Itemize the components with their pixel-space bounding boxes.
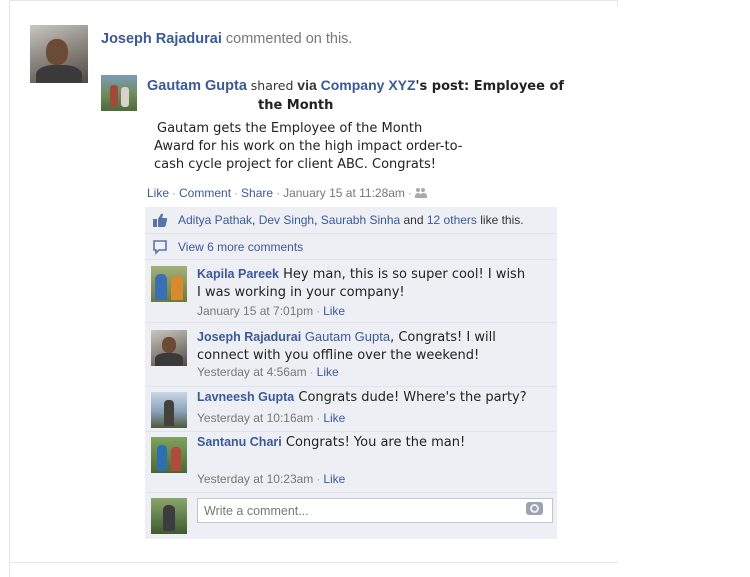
comment-composer: Write a comment... bbox=[145, 493, 557, 539]
activity-action: commented on this. bbox=[225, 31, 353, 47]
comment-text: Kapila Pareek Hey man, this is so super … bbox=[197, 265, 537, 302]
likes-suffix: like this. bbox=[476, 213, 524, 227]
comment-item: Lavneesh Gupta Congrats dude! Where's th… bbox=[145, 387, 557, 432]
liker-link[interactable]: Aditya Pathak bbox=[178, 213, 252, 227]
feed-border-bottom bbox=[9, 562, 618, 563]
comment-author-link[interactable]: Santanu Chari bbox=[197, 435, 282, 449]
comment-like-link[interactable]: Like bbox=[317, 365, 339, 379]
comment-like-link[interactable]: Like bbox=[323, 304, 345, 318]
likes-summary: Aditya Pathak, Dev Singh, Saurabh Sinha … bbox=[145, 207, 557, 234]
company-link[interactable]: Company XYZ bbox=[321, 77, 416, 93]
post-title-link[interactable]: 's post: Employee of bbox=[416, 79, 565, 94]
comment-timestamp[interactable]: Yesterday at 10:23am bbox=[197, 472, 313, 486]
share-link[interactable]: Share bbox=[241, 186, 273, 200]
camera-icon[interactable] bbox=[526, 502, 543, 515]
comment-link[interactable]: Comment bbox=[179, 186, 231, 200]
comment-meta: January 15 at 7:01pm · Like bbox=[197, 304, 346, 318]
liker-link[interactable]: Saurabh Sinha bbox=[321, 213, 400, 227]
comment-item: Kapila Pareek Hey man, this is so super … bbox=[145, 260, 557, 323]
comment-text: Lavneesh Gupta Congrats dude! Where's th… bbox=[197, 388, 537, 407]
sharer-avatar[interactable] bbox=[101, 75, 137, 111]
post-body-line: cash cycle project for client ABC. Congr… bbox=[154, 157, 436, 172]
commenter-avatar[interactable] bbox=[151, 437, 187, 473]
comment-timestamp[interactable]: Yesterday at 10:16am bbox=[197, 411, 313, 425]
comment-meta: Yesterday at 10:23am · Like bbox=[197, 472, 346, 486]
post-body-line: Award for his work on the high impact or… bbox=[154, 139, 463, 154]
comment-like-link[interactable]: Like bbox=[323, 472, 345, 486]
likes-separator: , bbox=[314, 213, 321, 227]
comment-body: connect with you offline over the weeken… bbox=[197, 348, 480, 363]
liker-link[interactable]: Dev Singh bbox=[259, 213, 314, 227]
comment-author-link[interactable]: Lavneesh Gupta bbox=[197, 390, 294, 404]
speech-bubble-icon bbox=[153, 240, 167, 255]
separator: · bbox=[234, 186, 239, 200]
share-header: Gautam Gupta shared via Company XYZ's po… bbox=[147, 76, 567, 115]
actor-avatar[interactable] bbox=[30, 25, 88, 83]
commenter-avatar[interactable] bbox=[151, 392, 187, 428]
comment-input[interactable]: Write a comment... bbox=[197, 498, 553, 523]
shared-verb: shared bbox=[250, 78, 294, 93]
others-link[interactable]: 12 others bbox=[427, 213, 477, 227]
comment-text: Santanu Chari Congrats! You are the man! bbox=[197, 433, 537, 452]
view-more-comments[interactable]: View 6 more comments bbox=[178, 240, 303, 254]
separator: · bbox=[172, 186, 177, 200]
people-icon[interactable] bbox=[414, 188, 427, 198]
feed-border-top bbox=[9, 0, 618, 1]
feed-border-left bbox=[9, 0, 10, 577]
commenter-avatar[interactable] bbox=[151, 266, 187, 302]
comment-meta: Yesterday at 4:56am · Like bbox=[197, 365, 339, 379]
separator: · bbox=[276, 186, 281, 200]
comment-timestamp[interactable]: Yesterday at 4:56am bbox=[197, 365, 307, 379]
via-label: via bbox=[297, 77, 317, 93]
comment-meta: Yesterday at 10:16am · Like bbox=[197, 411, 346, 425]
comment-item: Joseph Rajadurai Gautam Gupta, Congrats!… bbox=[145, 323, 557, 387]
comment-timestamp[interactable]: January 15 at 7:01pm bbox=[197, 304, 313, 318]
feed-border-right bbox=[617, 0, 618, 6]
likes-text: Aditya Pathak, Dev Singh, Saurabh Sinha … bbox=[178, 213, 524, 227]
comment-body: I was working in your company! bbox=[197, 285, 405, 300]
likes-and: and bbox=[400, 213, 427, 227]
view-more-row[interactable]: View 6 more comments bbox=[145, 234, 557, 260]
like-link[interactable]: Like bbox=[147, 186, 169, 200]
comment-like-link[interactable]: Like bbox=[323, 411, 345, 425]
actor-name-link[interactable]: Joseph Rajadurai bbox=[101, 31, 222, 47]
comment-author-link[interactable]: Kapila Pareek bbox=[197, 267, 279, 281]
comment-item: Santanu Chari Congrats! You are the man!… bbox=[145, 432, 557, 493]
separator: · bbox=[407, 186, 412, 200]
comment-author-link[interactable]: Joseph Rajadurai bbox=[197, 330, 301, 344]
thumbs-up-icon[interactable] bbox=[152, 212, 168, 228]
post-body: Gautam gets the Employee of the Month Aw… bbox=[154, 120, 484, 174]
comment-body: Congrats dude! Where's the party? bbox=[294, 390, 527, 405]
post-title-link-continued[interactable]: the Month bbox=[258, 96, 567, 115]
post-actions: Like · Comment · Share · January 15 at 11:28am… bbox=[147, 186, 427, 200]
comment-body: , Congrats! I will bbox=[390, 330, 496, 345]
likes-separator: , bbox=[252, 213, 259, 227]
activity-header: Joseph Rajadurai commented on this. bbox=[101, 31, 352, 47]
current-user-avatar bbox=[151, 498, 187, 534]
comment-body: Congrats! You are the man! bbox=[281, 435, 466, 450]
post-timestamp[interactable]: January 15 at 11:28am bbox=[283, 186, 405, 200]
post-body-line: Gautam gets the Employee of the Month bbox=[157, 121, 423, 136]
mention-link[interactable]: Gautam Gupta bbox=[301, 329, 390, 344]
view-more-link[interactable]: View 6 more comments bbox=[178, 240, 303, 254]
comment-body: Hey man, this is so super cool! I wish bbox=[279, 267, 526, 282]
sharer-name-link[interactable]: Gautam Gupta bbox=[147, 78, 247, 94]
comments-panel: Aditya Pathak, Dev Singh, Saurabh Sinha … bbox=[145, 207, 557, 539]
commenter-avatar[interactable] bbox=[151, 330, 187, 366]
comment-text: Joseph Rajadurai Gautam Gupta, Congrats!… bbox=[197, 328, 537, 365]
